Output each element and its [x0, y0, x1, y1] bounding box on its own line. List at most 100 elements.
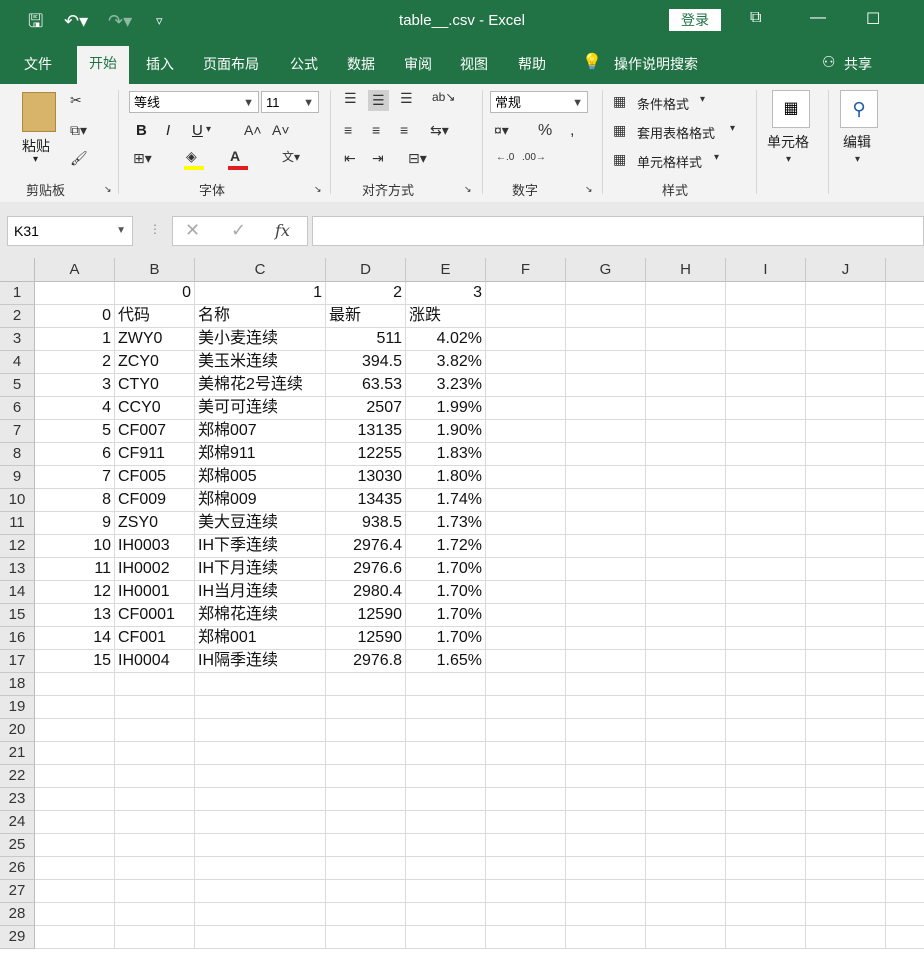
table-cell[interactable]	[486, 696, 566, 719]
table-cell[interactable]	[646, 903, 726, 926]
number-format-combo[interactable]: 常规 ▼	[490, 91, 588, 113]
table-cell[interactable]	[486, 489, 566, 512]
table-cell[interactable]	[566, 374, 646, 397]
name-box[interactable]: K31 ▼	[7, 216, 133, 246]
table-cell[interactable]: 0	[35, 305, 115, 328]
table-cell[interactable]	[806, 443, 886, 466]
row-header[interactable]: 21	[0, 742, 35, 765]
column-header-h[interactable]: H	[646, 258, 726, 282]
table-cell[interactable]	[566, 788, 646, 811]
table-cell[interactable]	[646, 880, 726, 903]
table-cell[interactable]	[726, 443, 806, 466]
table-cell[interactable]	[35, 696, 115, 719]
table-cell[interactable]	[806, 811, 886, 834]
table-cell[interactable]: 13435	[326, 489, 406, 512]
table-cell[interactable]: 1.70%	[406, 604, 486, 627]
table-cell[interactable]	[726, 765, 806, 788]
table-cell[interactable]	[886, 282, 924, 305]
table-cell[interactable]: 1.83%	[406, 443, 486, 466]
table-cell[interactable]	[646, 374, 726, 397]
table-cell[interactable]	[195, 903, 326, 926]
table-cell[interactable]: CTY0	[115, 374, 195, 397]
table-cell[interactable]	[566, 742, 646, 765]
table-cell[interactable]	[726, 351, 806, 374]
row-header[interactable]: 22	[0, 765, 35, 788]
table-cell[interactable]	[486, 282, 566, 305]
table-cell[interactable]: 郑棉911	[195, 443, 326, 466]
table-cell[interactable]	[726, 512, 806, 535]
table-cell[interactable]: 2	[326, 282, 406, 305]
table-cell[interactable]	[646, 742, 726, 765]
table-cell[interactable]	[646, 719, 726, 742]
table-cell[interactable]	[566, 857, 646, 880]
row-header[interactable]: 6	[0, 397, 35, 420]
table-cell[interactable]	[326, 765, 406, 788]
table-cell[interactable]	[726, 719, 806, 742]
fill-color-icon[interactable]: ◈	[186, 148, 197, 165]
copy-icon[interactable]: ⧉▾	[70, 122, 87, 139]
table-cell[interactable]	[566, 926, 646, 949]
table-cell[interactable]	[646, 926, 726, 949]
font-color-icon[interactable]: A	[230, 148, 240, 164]
row-header[interactable]: 18	[0, 673, 35, 696]
table-cell[interactable]	[566, 834, 646, 857]
table-cell[interactable]: 1.70%	[406, 581, 486, 604]
table-cell[interactable]: 13	[35, 604, 115, 627]
row-header[interactable]: 20	[0, 719, 35, 742]
table-cell[interactable]: 3	[406, 282, 486, 305]
orientation-icon[interactable]: ab↘	[432, 90, 455, 104]
table-cell[interactable]	[35, 903, 115, 926]
wrap-text-icon[interactable]: ⇆▾	[430, 122, 449, 139]
table-cell[interactable]	[566, 604, 646, 627]
table-cell[interactable]	[195, 696, 326, 719]
editing-button[interactable]: 编辑	[843, 132, 871, 152]
table-cell[interactable]	[115, 742, 195, 765]
percent-icon[interactable]: %	[538, 122, 552, 140]
decrease-indent-icon[interactable]: ⇤	[344, 150, 356, 167]
align-center-icon[interactable]: ≡	[372, 122, 380, 138]
table-cell[interactable]: 3.23%	[406, 374, 486, 397]
table-cell[interactable]	[35, 880, 115, 903]
table-cell[interactable]	[646, 282, 726, 305]
table-cell[interactable]	[726, 926, 806, 949]
table-cell[interactable]: IH0004	[115, 650, 195, 673]
comma-style-icon[interactable]: ,	[570, 122, 574, 140]
row-header[interactable]: 24	[0, 811, 35, 834]
table-cell[interactable]	[646, 581, 726, 604]
column-header-d[interactable]: D	[326, 258, 406, 282]
table-cell[interactable]	[646, 351, 726, 374]
align-right-icon[interactable]: ≡	[400, 122, 408, 138]
align-left-icon[interactable]: ≡	[344, 122, 352, 138]
table-cell[interactable]	[726, 627, 806, 650]
column-header-k[interactable]	[886, 258, 924, 282]
row-header[interactable]: 15	[0, 604, 35, 627]
table-cell[interactable]: 2	[35, 351, 115, 374]
table-cell[interactable]: 郑棉001	[195, 627, 326, 650]
table-cell[interactable]	[566, 581, 646, 604]
cut-icon[interactable]: ✂	[70, 92, 82, 109]
table-cell[interactable]	[806, 535, 886, 558]
table-cell[interactable]	[646, 512, 726, 535]
table-cell[interactable]	[486, 328, 566, 351]
table-cell[interactable]: 2976.8	[326, 650, 406, 673]
table-cell[interactable]: 9	[35, 512, 115, 535]
table-cell[interactable]	[806, 374, 886, 397]
increase-indent-icon[interactable]: ⇥	[372, 150, 384, 167]
table-cell[interactable]	[566, 328, 646, 351]
font-name-combo[interactable]: 等线 ▼	[129, 91, 259, 113]
table-cell[interactable]: 代码	[115, 305, 195, 328]
table-cell[interactable]: IH0002	[115, 558, 195, 581]
select-all-corner[interactable]	[0, 258, 35, 282]
table-cell[interactable]	[886, 627, 924, 650]
table-cell[interactable]	[406, 903, 486, 926]
table-cell[interactable]	[726, 811, 806, 834]
table-cell[interactable]	[566, 351, 646, 374]
table-cell[interactable]	[726, 650, 806, 673]
table-cell[interactable]	[726, 604, 806, 627]
table-cell[interactable]	[195, 834, 326, 857]
table-cell[interactable]: 1.65%	[406, 650, 486, 673]
table-cell[interactable]	[886, 328, 924, 351]
table-cell[interactable]: 郑棉007	[195, 420, 326, 443]
cells-button[interactable]: 单元格	[767, 132, 809, 152]
table-cell[interactable]	[646, 305, 726, 328]
